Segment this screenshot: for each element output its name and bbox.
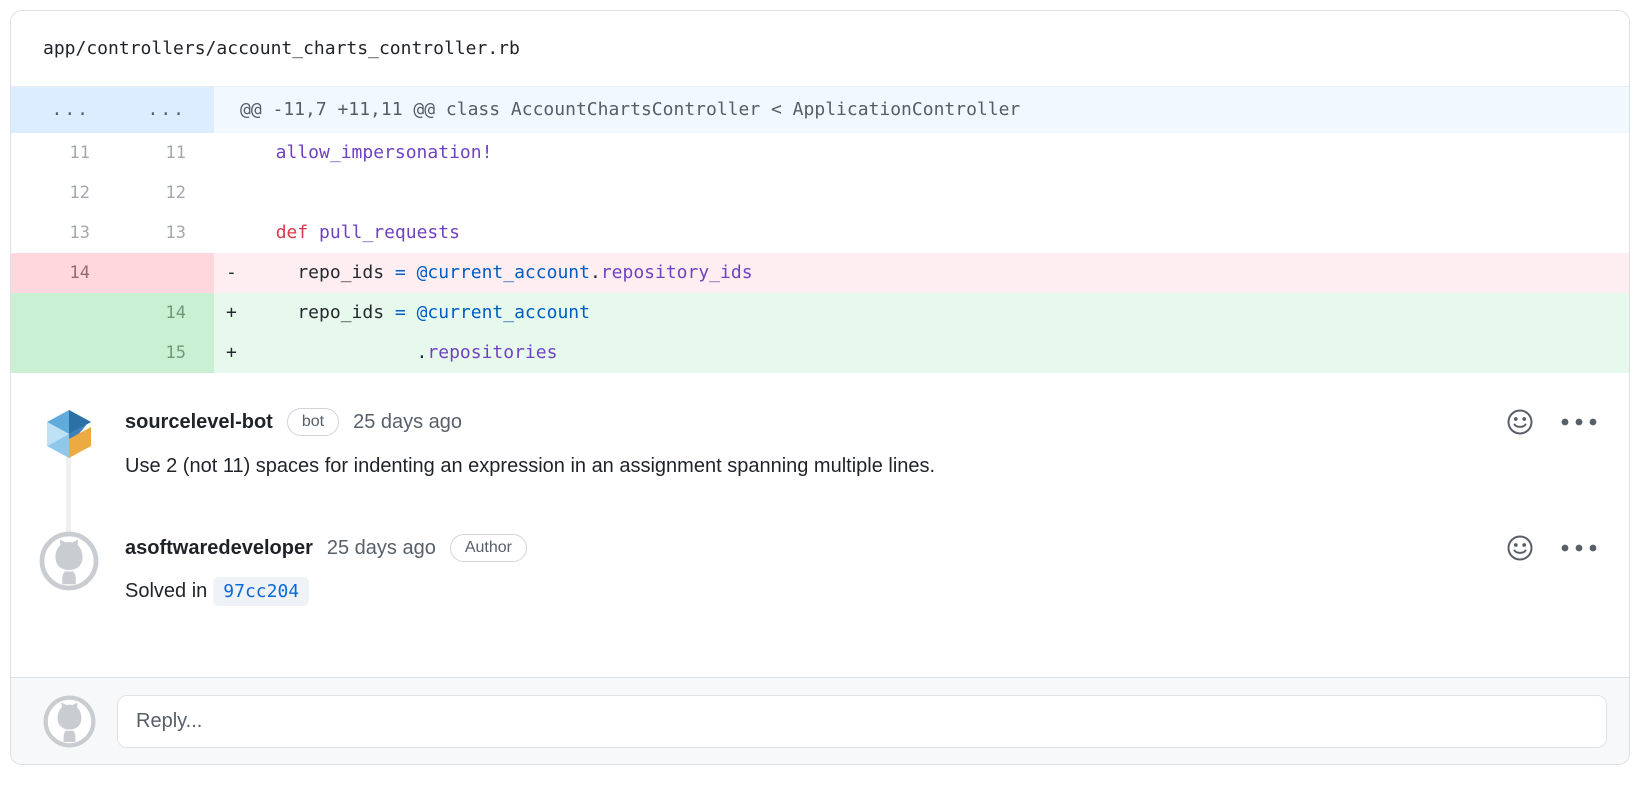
diff-row: 11 11 allow_impersonation!	[11, 133, 1629, 173]
code-token: repositories	[427, 342, 557, 363]
diff-table: ... ... @@ -11,7 +11,11 @@ class Account…	[11, 87, 1629, 373]
comment-body-text: Solved in	[125, 580, 207, 603]
line-number-new[interactable]: 11	[112, 133, 214, 173]
diff-row: 13 13 def pull_requests	[11, 213, 1629, 253]
kebab-icon[interactable]	[1557, 407, 1601, 437]
line-number-old[interactable]	[11, 293, 112, 333]
line-number-new[interactable]	[112, 253, 214, 293]
smiley-icon[interactable]	[1505, 533, 1535, 563]
diff-row-deleted: 14 - repo_ids = @current_account.reposit…	[11, 253, 1629, 293]
bot-avatar[interactable]	[41, 405, 97, 461]
code-line	[214, 173, 1629, 213]
hunk-gutter: ... ...	[11, 87, 214, 133]
line-number-new[interactable]: 12	[112, 173, 214, 213]
line-number-old[interactable]	[11, 333, 112, 373]
line-number-new[interactable]: 13	[112, 213, 214, 253]
smiley-icon[interactable]	[1505, 407, 1535, 437]
comment-thread: sourcelevel-bot bot 25 days ago	[11, 373, 1629, 679]
code-token	[254, 222, 276, 243]
comment-timestamp[interactable]: 25 days ago	[353, 411, 462, 434]
diff-marker: +	[226, 293, 254, 333]
line-number-new[interactable]: 14	[112, 293, 214, 333]
diff-row: 12 12	[11, 173, 1629, 213]
line-number-old[interactable]: 11	[11, 133, 112, 173]
code-token: allow_impersonation!	[254, 142, 492, 163]
code-line: def pull_requests	[214, 213, 1629, 253]
code-token: .	[254, 342, 427, 363]
kebab-icon[interactable]	[1557, 533, 1601, 563]
comment-body: Use 2 (not 11) spaces for indenting an e…	[125, 455, 935, 478]
code-token	[308, 222, 319, 243]
comment-timestamp[interactable]: 25 days ago	[327, 537, 436, 560]
hunk-header: @@ -11,7 +11,11 @@ class AccountChartsCo…	[214, 87, 1629, 133]
line-number-old[interactable]: 14	[11, 253, 112, 293]
code-line: allow_impersonation!	[214, 133, 1629, 173]
comment-actions	[1505, 403, 1601, 441]
code-token: = @current_account	[395, 302, 590, 323]
diff-marker: +	[226, 333, 254, 373]
code-line: - repo_ids = @current_account.repository…	[214, 253, 1629, 293]
code-token: repo_ids	[254, 302, 395, 323]
reply-input[interactable]	[117, 695, 1607, 748]
line-number-old[interactable]: 12	[11, 173, 112, 213]
comment-author-link[interactable]: sourcelevel-bot	[125, 411, 273, 434]
octocat-avatar-icon	[43, 695, 96, 748]
code-token: = @current_account	[395, 262, 590, 283]
line-number-new[interactable]: 15	[112, 333, 214, 373]
author-badge: Author	[450, 534, 527, 562]
expand-new-button[interactable]: ...	[112, 87, 214, 133]
hunk-row: ... ... @@ -11,7 +11,11 @@ class Account…	[11, 87, 1629, 133]
comment-header: sourcelevel-bot bot 25 days ago	[125, 403, 462, 441]
code-line: + .repositories	[214, 333, 1629, 373]
file-header: app/controllers/account_charts_controlle…	[11, 11, 1629, 87]
commit-link[interactable]: 97cc204	[213, 577, 309, 606]
comment-body: Solved in 97cc204	[125, 577, 309, 606]
review-thread-card: app/controllers/account_charts_controlle…	[10, 10, 1630, 765]
diff-row-added: 15 + .repositories	[11, 333, 1629, 373]
code-token: repo_ids	[254, 262, 395, 283]
user-avatar[interactable]	[39, 531, 99, 591]
reply-avatar	[43, 695, 96, 748]
diff-marker: -	[226, 253, 254, 293]
code-token: repository_ids	[601, 262, 753, 283]
code-token: .	[590, 262, 601, 283]
code-token: def	[276, 222, 309, 243]
bot-badge: bot	[287, 408, 339, 436]
line-number-old[interactable]: 13	[11, 213, 112, 253]
comment-author-link[interactable]: asoftwaredeveloper	[125, 537, 313, 560]
comment-header: asoftwaredeveloper 25 days ago Author	[125, 529, 527, 567]
octocat-avatar-icon	[39, 531, 99, 591]
sourcelevel-logo-icon	[41, 405, 97, 461]
file-path: app/controllers/account_charts_controlle…	[43, 38, 520, 59]
code-token: pull_requests	[319, 222, 460, 243]
expand-old-button[interactable]: ...	[11, 87, 112, 133]
comment-actions	[1505, 529, 1601, 567]
reply-bar	[11, 677, 1629, 764]
diff-row-added: 14 + repo_ids = @current_account	[11, 293, 1629, 333]
code-line: + repo_ids = @current_account	[214, 293, 1629, 333]
